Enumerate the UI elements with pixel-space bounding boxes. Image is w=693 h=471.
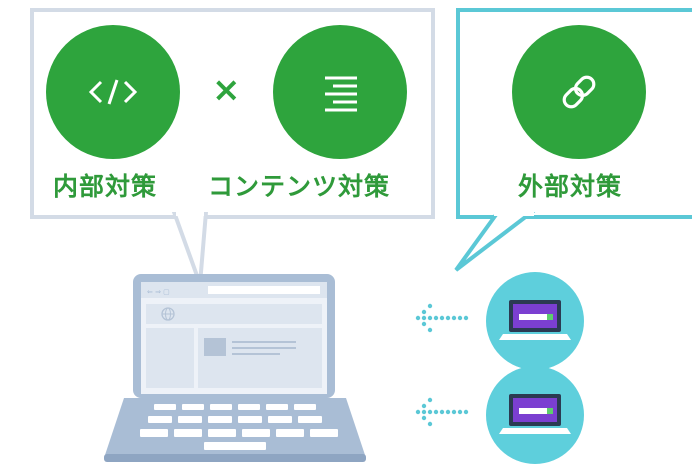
external-measures-label: 外部対策 [518,172,623,201]
laptop-icon: ⇐ ⇒ ▢ [104,274,366,462]
internal-measures-circle [46,25,180,159]
text-align-icon [325,76,357,112]
content-measures-circle [273,25,407,159]
right-bubble-tail [454,212,536,272]
link-icon [562,75,596,109]
external-site-circle-1 [486,272,584,370]
laptop-icon [499,394,571,434]
svg-text:⇐ ⇒ ▢: ⇐ ⇒ ▢ [147,288,170,296]
incoming-link-arrow-1 [415,303,469,333]
code-icon [88,79,138,105]
internal-measures-label: 内部対策 [53,172,158,201]
incoming-link-arrow-2 [415,397,469,427]
times-symbol: × [212,70,241,110]
laptop-icon [499,300,571,340]
external-measures-circle [512,25,646,159]
content-measures-label: コンテンツ対策 [208,172,391,201]
external-site-circle-2 [486,366,584,464]
